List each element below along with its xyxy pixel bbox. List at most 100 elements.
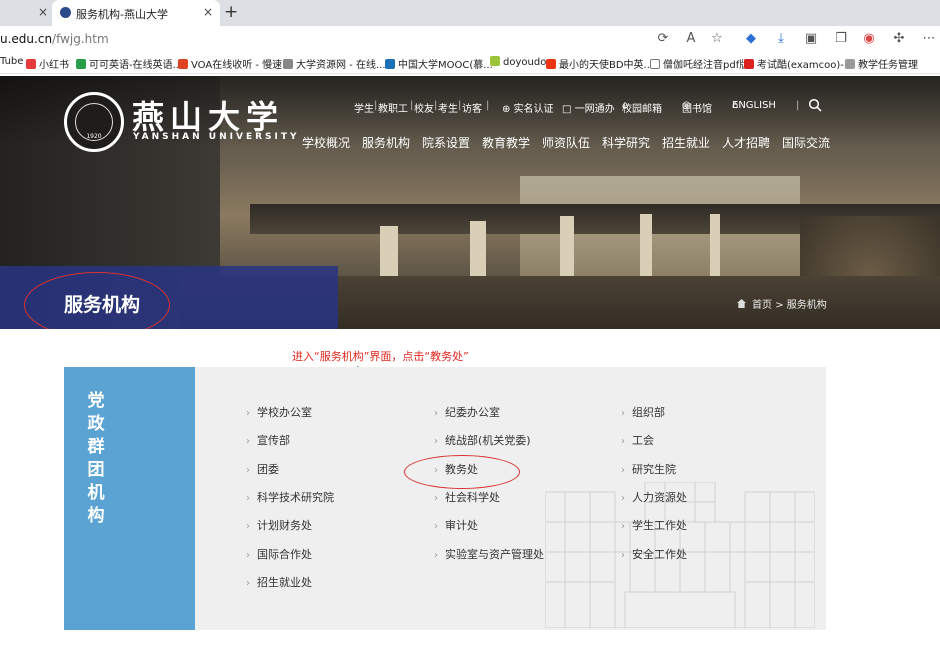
link-discipline-office[interactable]: › 纪委办公室 xyxy=(434,404,500,420)
link-graduate-school[interactable]: › 研究生院 xyxy=(621,461,676,477)
chevron-right-icon: › xyxy=(246,521,250,532)
link-united-front[interactable]: › 统战部(机关党委) xyxy=(434,432,531,448)
translate-icon[interactable]: ⟳ xyxy=(654,30,672,48)
link-human-resources[interactable]: › 人力资源处 xyxy=(621,489,687,505)
breadcrumb-home[interactable]: 首页 xyxy=(752,300,772,311)
link-label: 社会科学处 xyxy=(445,491,500,504)
toplink-one-stop-service[interactable]: □ 一网通办 xyxy=(562,100,615,115)
tab-close-icon[interactable]: × xyxy=(38,5,48,19)
link-label: 宣传部 xyxy=(257,434,290,447)
link-trade-union[interactable]: › 工会 xyxy=(621,432,654,448)
panel-category-tab xyxy=(64,367,195,630)
link-social-science[interactable]: › 社会科学处 xyxy=(434,489,500,505)
link-label: 纪委办公室 xyxy=(445,406,500,419)
chevron-right-icon: › xyxy=(246,578,250,589)
nav-item-departments[interactable]: 院系设置 xyxy=(422,134,470,151)
separator: | xyxy=(434,100,438,111)
toplink-realname-auth[interactable]: ⊕ 实名认证 xyxy=(502,100,554,115)
panel-category-title: 党政群团机构 xyxy=(87,391,105,526)
link-school-office[interactable]: › 学校办公室 xyxy=(246,404,312,420)
favorite-star-icon[interactable]: ☆ xyxy=(708,30,726,48)
link-label: 组织部 xyxy=(632,406,665,419)
bookmark-item[interactable]: Tube xyxy=(0,56,23,67)
seal-year: 1920 xyxy=(86,133,102,140)
bookmark-item[interactable]: 可可英语-在线英语... xyxy=(76,56,182,71)
nav-item-faculty[interactable]: 师资队伍 xyxy=(542,134,590,151)
chevron-right-icon: › xyxy=(434,493,438,504)
nav-item-about[interactable]: 学校概况 xyxy=(302,134,350,151)
new-tab-button[interactable]: + xyxy=(224,2,238,22)
link-label: 团委 xyxy=(257,463,279,476)
bookmark-item[interactable]: 考试酷(examcoo)-... xyxy=(744,56,853,71)
bookmark-item[interactable]: 小红书 xyxy=(26,56,69,71)
chevron-right-icon: › xyxy=(621,408,625,419)
url-host: u.edu.cn xyxy=(0,32,53,46)
university-seal-logo[interactable]: 1920 xyxy=(64,92,124,152)
nav-item-international[interactable]: 国际交流 xyxy=(782,134,830,151)
link-lab-assets[interactable]: › 实验室与资产管理处 xyxy=(434,546,544,562)
extension-b-icon[interactable]: ▣ xyxy=(802,30,820,48)
link-label: 实验室与资产管理处 xyxy=(445,548,544,561)
search-icon[interactable] xyxy=(808,98,822,112)
link-sci-tech-institute[interactable]: › 科学技术研究院 xyxy=(246,489,334,505)
link-finance[interactable]: › 计划财务处 xyxy=(246,517,312,533)
bookmark-item[interactable]: 最小的天使BD中英... xyxy=(546,56,653,71)
download-icon[interactable]: ⤓ xyxy=(772,30,790,48)
annotation-oval-section xyxy=(24,272,170,329)
banner-photo-pillar xyxy=(710,214,720,280)
link-security[interactable]: › 安全工作处 xyxy=(621,546,687,562)
link-organization-dept[interactable]: › 组织部 xyxy=(621,404,665,420)
link-label: 研究生院 xyxy=(632,463,676,476)
link-admissions-office[interactable]: › 招生就业处 xyxy=(246,574,312,590)
shield-icon[interactable]: ◉ xyxy=(860,30,878,48)
home-icon[interactable] xyxy=(737,299,746,308)
browser-tab-previous[interactable]: × xyxy=(0,0,52,26)
link-audit[interactable]: › 审计处 xyxy=(434,517,478,533)
url-field[interactable]: u.edu.cn/fwjg.htm xyxy=(0,32,109,46)
read-aloud-icon[interactable]: A xyxy=(682,30,700,48)
link-international-office[interactable]: › 国际合作处 xyxy=(246,546,312,562)
link-label: 学校办公室 xyxy=(257,406,312,419)
tab-close-icon[interactable]: × xyxy=(203,5,213,19)
more-icon[interactable]: ⋯ xyxy=(920,30,938,48)
link-youth-league[interactable]: › 团委 xyxy=(246,461,279,477)
link-label: 人力资源处 xyxy=(632,491,687,504)
chevron-right-icon: › xyxy=(621,436,625,447)
toplink-visitor[interactable]: 访客 xyxy=(462,100,482,115)
nav-item-admissions[interactable]: 招生就业 xyxy=(662,134,710,151)
extensions-puzzle-icon[interactable]: ✣ xyxy=(890,30,908,48)
chevron-right-icon: › xyxy=(621,493,625,504)
toplink-alumni[interactable]: 校友 xyxy=(414,100,434,115)
nav-item-education[interactable]: 教育教学 xyxy=(482,134,530,151)
logo-text-en[interactable]: YANSHAN UNIVERSITY xyxy=(133,132,300,142)
bookmark-item[interactable]: doyoudo xyxy=(490,56,546,68)
link-label: 国际合作处 xyxy=(257,548,312,561)
breadcrumb-separator: > xyxy=(775,300,784,311)
nav-item-research[interactable]: 科学研究 xyxy=(602,134,650,151)
chevron-right-icon: › xyxy=(434,436,438,447)
link-label: 统战部(机关党委) xyxy=(445,434,531,447)
chevron-right-icon: › xyxy=(246,493,250,504)
link-label: 招生就业处 xyxy=(257,576,312,589)
link-publicity-dept[interactable]: › 宣传部 xyxy=(246,432,290,448)
toplink-applicant[interactable]: 考生 xyxy=(438,100,458,115)
bookmark-item[interactable]: 僧伽吒经注音pdf版 xyxy=(650,56,749,71)
bookmark-item[interactable]: VOA在线收听 - 慢速... xyxy=(178,56,292,71)
browser-tab-strip: × 服务机构-燕山大学 × + xyxy=(0,0,940,26)
bookmark-item[interactable]: 教学任务管理 xyxy=(845,56,918,71)
bookmark-item[interactable]: 大学资源网 - 在线... xyxy=(283,56,386,71)
bookmark-item[interactable]: 中国大学MOOC(慕... xyxy=(385,56,493,71)
browser-tab-active[interactable]: 服务机构-燕山大学 × xyxy=(52,0,220,26)
toplink-campus-mail-label: 校园邮箱 xyxy=(622,104,662,115)
separator: | xyxy=(410,100,414,111)
chevron-right-icon: › xyxy=(246,550,250,561)
extension-icon[interactable]: ◆ xyxy=(742,30,760,48)
chevron-right-icon: › xyxy=(434,521,438,532)
link-student-affairs[interactable]: › 学生工作处 xyxy=(621,517,687,533)
toplink-staff[interactable]: 教职工 xyxy=(378,100,408,115)
toplink-student[interactable]: 学生 xyxy=(354,100,374,115)
address-bar: u.edu.cn/fwjg.htm ⟳ A ☆ ◆ ⤓ ▣ ❐ ◉ ✣ ⋯ xyxy=(0,26,940,52)
nav-item-recruitment[interactable]: 人才招聘 xyxy=(722,134,770,151)
collections-icon[interactable]: ❐ xyxy=(832,30,850,48)
nav-item-services[interactable]: 服务机构 xyxy=(362,134,410,151)
